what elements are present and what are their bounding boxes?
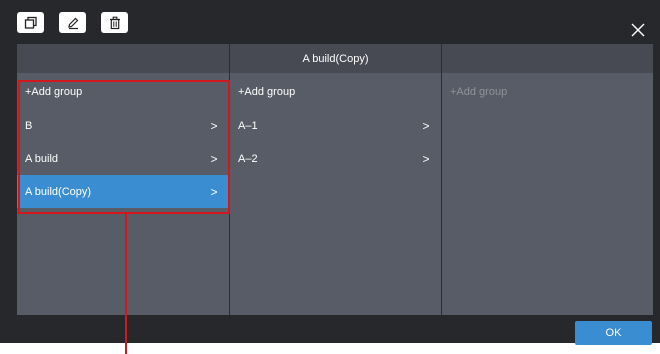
close-icon[interactable] [630,22,646,38]
edit-icon [67,17,78,29]
column-header-3 [442,44,653,73]
add-group-button[interactable]: +Add group [17,75,229,108]
item-label: +Add group [450,85,508,98]
copy-button[interactable] [17,12,44,33]
chevron-right-icon: > [210,118,218,133]
item-label: B [25,119,33,132]
add-group-button[interactable]: +Add group [230,75,441,108]
chevron-right-icon: > [210,151,218,166]
item-label: A–2 [238,152,258,165]
column-header-row: A build(Copy) [17,44,653,73]
ok-button[interactable]: OK [575,321,652,345]
copy-icon [24,16,37,29]
chevron-right-icon: > [422,151,430,166]
group-column-2: +Add group A–1 > A–2 > [230,73,441,315]
group-column-1: +Add group B > A build > A build(Copy) > [17,73,229,315]
list-item-a-build-copy[interactable]: A build(Copy) > [17,175,229,208]
item-label: A build(Copy) [25,185,92,198]
group-column-3: +Add group [442,73,653,315]
column-divider [441,44,442,315]
item-label: A build [25,152,59,165]
list-item-a-2[interactable]: A–2 > [230,142,441,175]
list-item-b[interactable]: B > [17,109,229,142]
edit-button[interactable] [59,12,86,33]
column-header-2: A build(Copy) [302,52,369,65]
add-group-button[interactable]: +Add group [442,75,653,108]
delete-icon [109,16,120,29]
list-item-a-1[interactable]: A–1 > [230,109,441,142]
item-label: +Add group [25,85,83,98]
list-item-a-build[interactable]: A build > [17,142,229,175]
callout-line [125,214,127,354]
group-editor-dialog: A build(Copy) +Add group B > A build > A… [0,0,660,345]
chevron-right-icon: > [422,118,430,133]
item-label: +Add group [238,85,296,98]
column-divider [229,44,230,315]
item-label: A–1 [238,119,258,132]
chevron-right-icon: > [210,184,218,199]
delete-button[interactable] [101,12,128,33]
column-header-1 [17,44,229,73]
